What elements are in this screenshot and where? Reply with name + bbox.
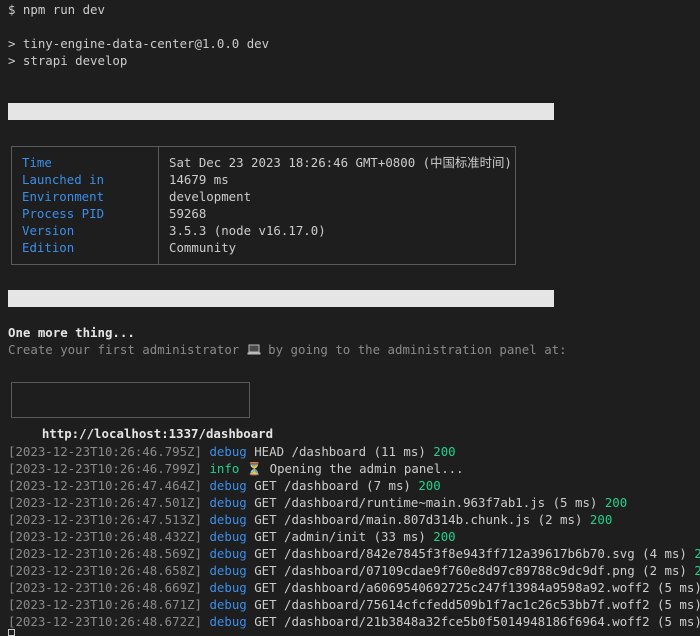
log-level: debug	[209, 495, 247, 510]
log-status-code: 200	[694, 546, 700, 561]
log-status-code: 200	[604, 495, 628, 510]
project-info-table: Time Sat Dec 23 2023 18:26:46 GMT+0800 (…	[11, 146, 516, 265]
one-more-thing: One more thing...	[8, 325, 135, 340]
info-value-version: 3.5.3 (node v16.17.0)	[169, 223, 326, 238]
log-message: GET /dashboard (7 ms)	[246, 478, 419, 493]
log-level: debug	[209, 444, 247, 459]
log-timestamp: [2023-12-23T10:26:48.672Z]	[8, 614, 202, 629]
info-value-pid: 59268	[169, 206, 207, 221]
log-status-code: 200	[433, 444, 456, 459]
admin-url-link[interactable]: http://localhost:1337/dashboard	[42, 426, 273, 441]
info-value-edition: Community	[169, 240, 237, 255]
log-line: [2023-12-23T10:26:46.795Z] debug HEAD /d…	[8, 443, 456, 460]
info-value-environment: development	[169, 189, 252, 204]
log-status-code: 200	[433, 529, 456, 544]
log-level: debug	[209, 478, 247, 493]
log-level: debug	[209, 529, 247, 544]
info-key-edition: Edition	[22, 240, 75, 255]
create-admin-line: Create your first administrator by going…	[8, 341, 567, 358]
log-status-code: 200	[694, 563, 700, 578]
project-info-banner-label: Project information	[44, 121, 187, 136]
log-message: GET /dashboard/runtime~main.963f7ab1.js …	[246, 495, 605, 510]
log-message: GET /dashboard/07109cdae9f760e8d97c89788…	[246, 563, 695, 578]
log-timestamp: [2023-12-23T10:26:48.658Z]	[8, 563, 202, 578]
log-level: info	[209, 461, 240, 476]
log-line: [2023-12-23T10:26:48.669Z] debug GET /da…	[8, 579, 700, 596]
npm-output-line-1: > tiny-engine-data-center@1.0.0 dev	[8, 36, 270, 51]
log-timestamp: [2023-12-23T10:26:47.501Z]	[8, 495, 202, 510]
log-message: HEAD /dashboard (11 ms)	[246, 444, 434, 459]
actions-banner-label: Actions available	[44, 308, 172, 323]
log-message: GET /admin/init (33 ms)	[246, 529, 434, 544]
log-message: ⏳ Opening the admin panel...	[239, 461, 464, 476]
log-timestamp: [2023-12-23T10:26:48.671Z]	[8, 597, 202, 612]
log-timestamp: [2023-12-23T10:26:47.513Z]	[8, 512, 202, 527]
log-line: [2023-12-23T10:26:46.799Z] info ⏳ Openin…	[8, 460, 464, 477]
log-message: GET /dashboard/a6069540692725c247f13984a…	[246, 580, 700, 595]
log-timestamp: [2023-12-23T10:26:47.464Z]	[8, 478, 202, 493]
info-key-version: Version	[22, 223, 75, 238]
log-message: GET /dashboard/75614cfcfedd509b1f7ac1c26…	[246, 597, 700, 612]
project-info-banner: Project information	[8, 103, 554, 136]
table-divider	[158, 147, 159, 264]
log-line: [2023-12-23T10:26:48.658Z] debug GET /da…	[8, 562, 700, 579]
info-key-pid: Process PID	[22, 206, 105, 221]
command-line: $ npm run dev	[8, 2, 105, 17]
log-timestamp: [2023-12-23T10:26:46.795Z]	[8, 444, 202, 459]
admin-url-box[interactable]: http://localhost:1337/dashboard	[11, 382, 273, 441]
log-level: debug	[209, 614, 247, 629]
log-line: [2023-12-23T10:26:48.569Z] debug GET /da…	[8, 545, 700, 562]
log-line: [2023-12-23T10:26:48.432Z] debug GET /ad…	[8, 528, 456, 545]
log-line: [2023-12-23T10:26:48.671Z] debug GET /da…	[8, 596, 700, 613]
log-status-code: 200	[418, 478, 441, 493]
terminal-cursor	[8, 629, 15, 636]
log-timestamp: [2023-12-23T10:26:48.432Z]	[8, 529, 202, 544]
log-level: debug	[209, 546, 247, 561]
log-timestamp: [2023-12-23T10:26:46.799Z]	[8, 461, 202, 476]
info-key-environment: Environment	[22, 189, 105, 204]
log-level: debug	[209, 597, 247, 612]
log-line: [2023-12-23T10:26:47.513Z] debug GET /da…	[8, 511, 612, 528]
create-admin-suffix: by going to the administration panel at:	[260, 342, 567, 357]
log-timestamp: [2023-12-23T10:26:48.669Z]	[8, 580, 202, 595]
info-key-time: Time	[22, 155, 52, 170]
log-level: debug	[209, 580, 247, 595]
log-level: debug	[209, 563, 247, 578]
laptop-icon	[247, 342, 261, 357]
create-admin-prefix: Create your first administrator	[8, 342, 247, 357]
info-key-launched: Launched in	[22, 172, 105, 187]
log-message: GET /dashboard/main.807d314b.chunk.js (2…	[246, 512, 590, 527]
log-line: [2023-12-23T10:26:47.464Z] debug GET /da…	[8, 477, 441, 494]
log-status-code: 200	[589, 512, 613, 527]
log-line: [2023-12-23T10:26:48.672Z] debug GET /da…	[8, 613, 700, 630]
log-line: [2023-12-23T10:26:47.501Z] debug GET /da…	[8, 494, 627, 511]
log-message: GET /dashboard/842e7845f3f8e943ff712a396…	[246, 546, 695, 561]
info-value-time: Sat Dec 23 2023 18:26:46 GMT+0800 (中国标准时…	[169, 155, 512, 170]
info-value-launched: 14679 ms	[169, 172, 229, 187]
npm-output-line-2: > strapi develop	[8, 53, 128, 68]
actions-banner: Actions available	[8, 290, 554, 323]
log-timestamp: [2023-12-23T10:26:48.569Z]	[8, 546, 202, 561]
log-level: debug	[209, 512, 247, 527]
log-message: GET /dashboard/21b3848a32fce5b0f50149481…	[246, 614, 700, 629]
